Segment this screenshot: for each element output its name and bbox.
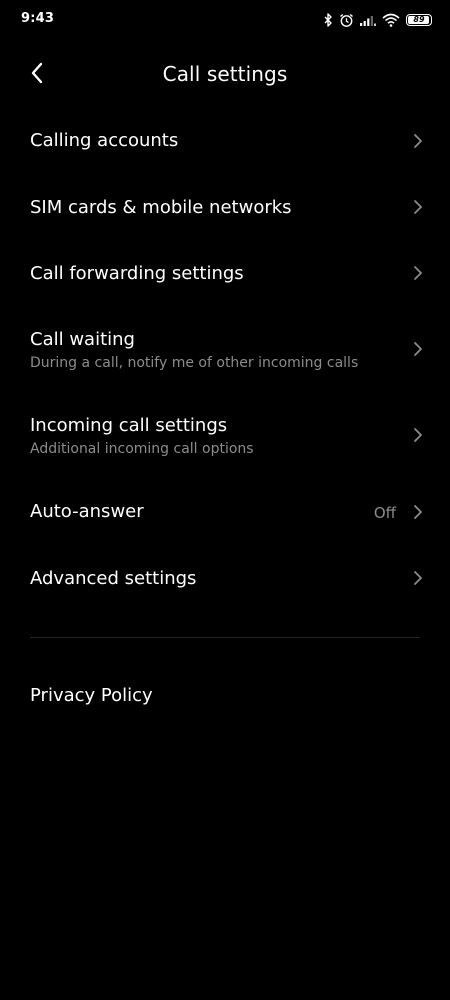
row-title: Call forwarding settings bbox=[30, 263, 244, 284]
battery-percent: 89 bbox=[413, 15, 425, 24]
row-title: Calling accounts bbox=[30, 130, 179, 151]
sim-cards-row[interactable]: SIM cards & mobile networks bbox=[0, 177, 450, 239]
calling-accounts-row[interactable]: Calling accounts bbox=[0, 110, 450, 172]
bluetooth-icon bbox=[324, 13, 333, 27]
row-title: Advanced settings bbox=[30, 568, 197, 589]
privacy-policy-row[interactable]: Privacy Policy bbox=[0, 665, 450, 727]
status-icons: 89 bbox=[324, 11, 432, 29]
auto-answer-value: Off bbox=[373, 504, 396, 522]
chevron-right-icon bbox=[414, 134, 422, 148]
row-title: Incoming call settings bbox=[30, 415, 228, 436]
status-time: 9:43 bbox=[21, 11, 55, 26]
chevron-right-icon bbox=[414, 200, 422, 214]
row-title: Call waiting bbox=[30, 329, 135, 350]
row-subtitle: Additional incoming call options bbox=[30, 441, 254, 457]
auto-answer-row[interactable]: Auto-answer Off bbox=[0, 481, 450, 543]
status-bar: 9:43 89 bbox=[0, 0, 450, 40]
signal-icon bbox=[360, 14, 376, 26]
incoming-call-settings-row[interactable]: Incoming call settings Additional incomi… bbox=[0, 401, 450, 477]
chevron-right-icon bbox=[414, 505, 422, 519]
alarm-icon bbox=[339, 13, 354, 28]
chevron-right-icon bbox=[414, 428, 422, 442]
chevron-right-icon bbox=[414, 266, 422, 280]
wifi-icon bbox=[382, 13, 400, 27]
row-title: Auto-answer bbox=[30, 501, 144, 522]
call-forwarding-row[interactable]: Call forwarding settings bbox=[0, 243, 450, 305]
row-subtitle: During a call, notify me of other incomi… bbox=[30, 355, 359, 371]
battery-icon: 89 bbox=[406, 14, 432, 26]
row-title: SIM cards & mobile networks bbox=[30, 197, 292, 218]
battery-level: 89 bbox=[406, 14, 432, 26]
section-divider bbox=[30, 637, 420, 638]
call-waiting-row[interactable]: Call waiting During a call, notify me of… bbox=[0, 315, 450, 391]
page-title: Call settings bbox=[162, 62, 288, 86]
row-title: Privacy Policy bbox=[30, 685, 153, 706]
header: Call settings bbox=[0, 50, 450, 100]
chevron-right-icon bbox=[414, 342, 422, 356]
advanced-settings-row[interactable]: Advanced settings bbox=[0, 548, 450, 610]
chevron-right-icon bbox=[414, 571, 422, 585]
